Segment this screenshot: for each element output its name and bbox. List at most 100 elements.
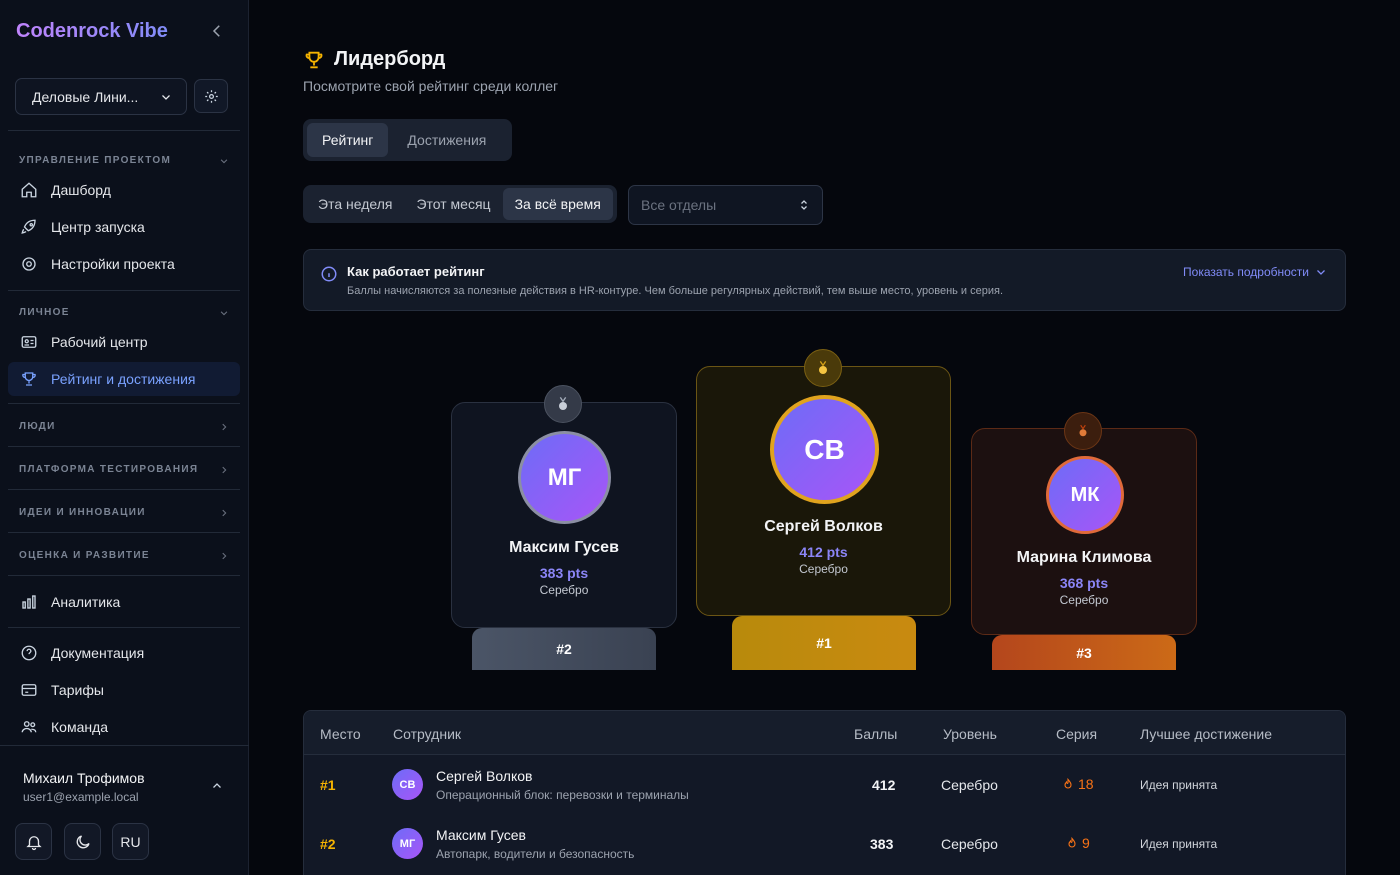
sidebar-item-project-settings[interactable]: Настройки проекта — [8, 247, 240, 281]
section-label: ИДЕИ И ИННОВАЦИИ — [19, 507, 146, 518]
row-streak-value: 18 — [1078, 776, 1094, 792]
podium-name: Марина Климова — [1016, 549, 1152, 566]
sidebar-item-label: Документация — [51, 645, 145, 661]
col-place: Место — [320, 726, 361, 742]
gold-medal-icon — [804, 349, 842, 387]
sidebar-item-analytics[interactable]: Аналитика — [8, 585, 240, 619]
row-rank: #1 — [320, 777, 336, 793]
sidebar-item-label: Команда — [51, 719, 109, 735]
org-settings-button[interactable] — [194, 79, 228, 113]
section-label: ПЛАТФОРМА ТЕСТИРОВАНИЯ — [19, 464, 199, 475]
info-title: Как работает рейтинг — [347, 264, 485, 279]
chevron-down-icon — [1317, 270, 1325, 275]
podium-points: 383 pts — [539, 565, 589, 581]
chevron-right-icon — [222, 466, 227, 473]
avatar: СВ — [770, 395, 879, 504]
department-select[interactable]: Все отделы — [628, 185, 823, 225]
row-level: Серебро — [941, 777, 998, 793]
period-week[interactable]: Эта неделя — [306, 188, 404, 220]
section-label: ОЦЕНКА И РАЗВИТИЕ — [19, 550, 150, 561]
table-row[interactable]: #1 СВ Сергей Волков Операционный блок: п… — [304, 755, 1345, 814]
chevron-down-icon — [220, 310, 228, 315]
page-title: Лидерборд — [303, 48, 445, 71]
section-ideas[interactable]: ИДЕИ И ИННОВАЦИИ — [19, 507, 229, 518]
sidebar-item-work-center[interactable]: Рабочий центр — [8, 325, 240, 359]
divider — [8, 130, 240, 131]
user-menu[interactable]: Михаил Трофимов user1@example.local — [23, 770, 233, 804]
trophy-icon — [305, 51, 323, 68]
show-details-button[interactable]: Показать подробности — [1183, 265, 1327, 279]
rocket-icon — [21, 219, 36, 234]
sidebar-item-dashboard[interactable]: Дашборд — [8, 173, 240, 207]
divider — [8, 532, 240, 533]
podium-card-1[interactable]: СВ Сергей Волков 412 pts Серебро — [696, 366, 951, 616]
section-testing-platform[interactable]: ПЛАТФОРМА ТЕСТИРОВАНИЯ — [19, 464, 229, 475]
table-row[interactable]: #2 МГ Максим Гусев Автопарк, водители и … — [304, 814, 1345, 873]
row-best-achievement: Идея принята — [1140, 778, 1218, 792]
gear-icon — [204, 89, 218, 103]
col-points: Баллы — [854, 726, 898, 742]
tab-rating[interactable]: Рейтинг — [307, 123, 389, 157]
sidebar-item-label: Центр запуска — [51, 219, 145, 235]
sidebar-item-tariffs[interactable]: Тарифы — [8, 673, 240, 707]
divider — [0, 745, 249, 746]
chevron-right-icon — [222, 552, 227, 559]
section-evaluation[interactable]: ОЦЕНКА И РАЗВИТИЕ — [19, 550, 229, 561]
page-title-text: Лидерборд — [334, 48, 446, 70]
user-email: user1@example.local — [23, 790, 139, 804]
section-personal[interactable]: ЛИЧНОЕ — [19, 307, 229, 318]
users-icon — [21, 721, 37, 733]
divider — [8, 627, 240, 628]
row-streak: 9 — [1066, 835, 1090, 851]
id-card-icon — [21, 336, 37, 348]
info-icon — [321, 266, 337, 282]
avatar: СВ — [392, 769, 423, 800]
row-department: Автопарк, водители и безопасность — [436, 847, 635, 861]
brand-logo[interactable]: Codenrock Vibe — [16, 20, 168, 43]
podium-name: Максим Гусев — [509, 539, 619, 556]
col-employee: Сотрудник — [393, 726, 462, 742]
main-content: Лидерборд Посмотрите свой рейтинг среди … — [249, 0, 1400, 875]
theme-toggle-button[interactable] — [64, 823, 101, 860]
sidebar-item-label: Настройки проекта — [51, 256, 175, 272]
leaderboard-table: Место Сотрудник Баллы Уровень Серия Лучш… — [303, 710, 1346, 875]
row-rank: #2 — [320, 836, 336, 852]
sidebar-item-label: Рейтинг и достижения — [51, 371, 196, 387]
chevron-updown-icon — [801, 200, 807, 210]
fire-icon — [1064, 778, 1072, 789]
row-department: Операционный блок: перевозки и терминалы — [436, 788, 689, 802]
sidebar: Codenrock Vibe Деловые Лини... УПРАВЛЕНИ… — [0, 0, 249, 875]
org-name: Деловые Лини... — [32, 88, 139, 105]
department-select-value: Все отделы — [641, 197, 717, 213]
tab-achievements[interactable]: Достижения — [392, 123, 501, 157]
notifications-button[interactable] — [15, 823, 52, 860]
section-project-management[interactable]: УПРАВЛЕНИЕ ПРОЕКТОМ — [19, 155, 229, 166]
podium-points: 412 pts — [799, 544, 848, 560]
sidebar-item-team[interactable]: Команда — [8, 710, 240, 744]
divider — [8, 290, 240, 291]
sidebar-item-label: Дашборд — [51, 182, 111, 198]
podium-level: Серебро — [799, 562, 848, 576]
section-label: ЛИЧНОЕ — [19, 307, 70, 318]
sidebar-item-launch-center[interactable]: Центр запуска — [8, 210, 240, 244]
sidebar-item-docs[interactable]: Документация — [8, 636, 240, 670]
podium-card-2[interactable]: МГ Максим Гусев 383 pts Серебро — [451, 402, 677, 628]
sidebar-item-label: Тарифы — [51, 682, 104, 698]
trophy-icon — [22, 372, 36, 386]
info-text: Баллы начисляются за полезные действия в… — [347, 285, 1004, 297]
chevron-up-icon[interactable] — [211, 780, 223, 792]
language-button[interactable]: RU — [112, 823, 149, 860]
section-people[interactable]: ЛЮДИ — [19, 421, 229, 432]
podium-card-3[interactable]: МК Марина Климова 368 pts Серебро — [971, 428, 1197, 635]
credit-card-icon — [21, 684, 37, 696]
org-switcher[interactable]: Деловые Лини... — [15, 78, 187, 115]
chevron-left-icon[interactable] — [208, 22, 226, 40]
period-month[interactable]: Этот месяц — [404, 188, 502, 220]
avatar: МК — [1046, 456, 1124, 534]
period-all-time[interactable]: За всё время — [502, 188, 613, 220]
row-level: Серебро — [941, 836, 998, 852]
avatar: МГ — [518, 431, 611, 524]
col-best: Лучшее достижение — [1140, 726, 1273, 742]
avatar: МГ — [392, 828, 423, 859]
sidebar-item-rating[interactable]: Рейтинг и достижения — [8, 362, 240, 396]
